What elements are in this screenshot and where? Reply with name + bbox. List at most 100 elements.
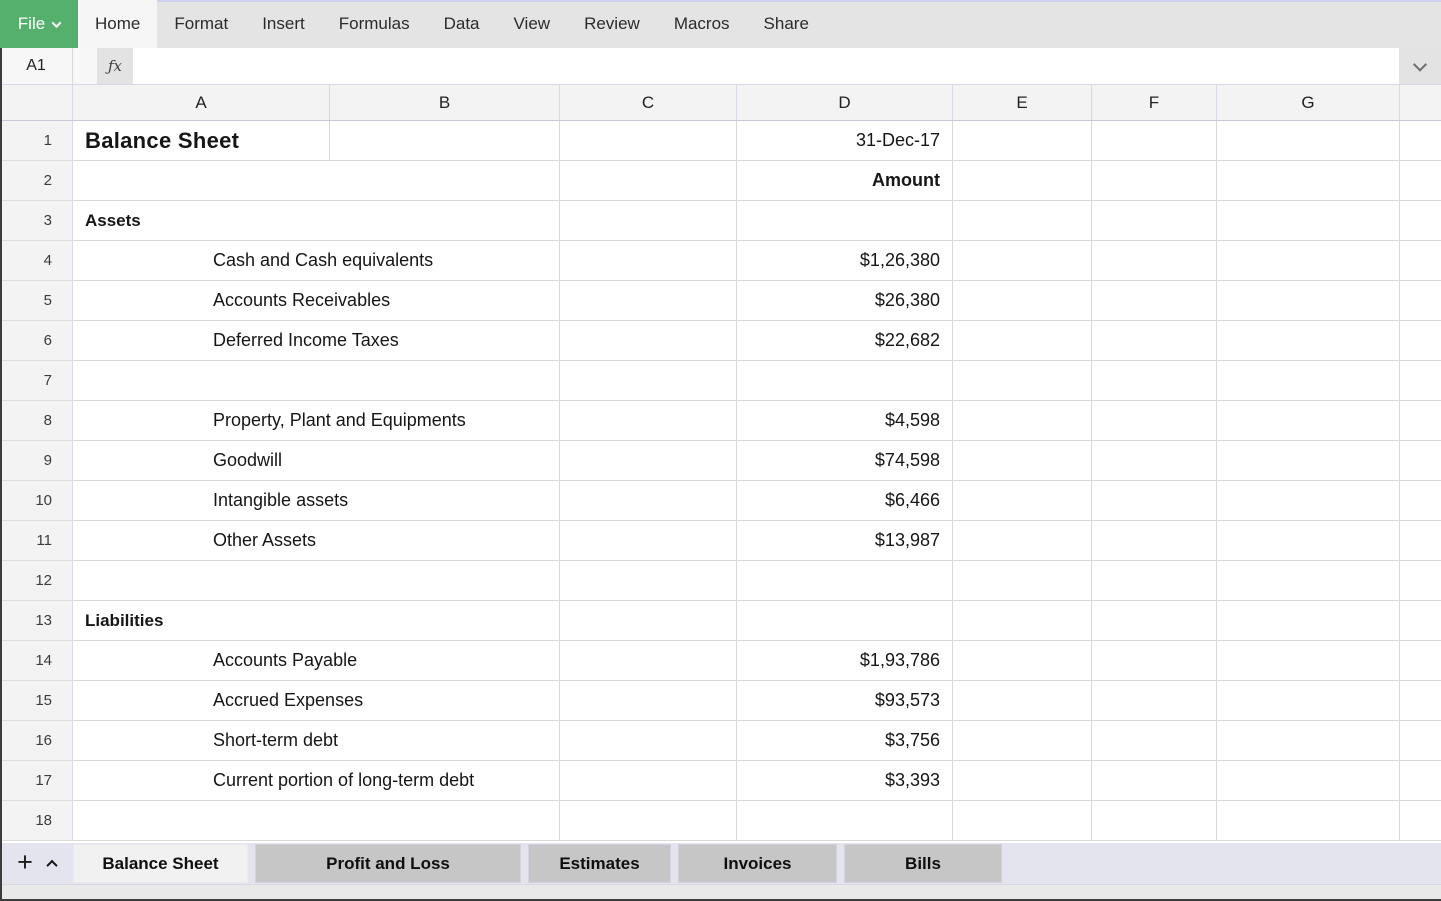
sheet-tab-bills[interactable]: Bills (844, 844, 1002, 883)
cell-A3[interactable]: Assets (73, 201, 560, 241)
column-header-G[interactable]: G (1217, 85, 1400, 120)
cell-C10[interactable] (560, 481, 737, 521)
cell-H18[interactable] (1400, 801, 1441, 841)
row-header-13[interactable]: 13 (0, 601, 73, 641)
cell-F3[interactable] (1092, 201, 1217, 241)
cell-D17[interactable]: $3,393 (737, 761, 953, 801)
cell-E15[interactable] (953, 681, 1092, 721)
cell-H16[interactable] (1400, 721, 1441, 761)
cell-D8[interactable]: $4,598 (737, 401, 953, 441)
cell-C1[interactable] (560, 121, 737, 161)
cell-F11[interactable] (1092, 521, 1217, 561)
column-header-C[interactable]: C (560, 85, 737, 120)
row-header-17[interactable]: 17 (0, 761, 73, 801)
row-header-10[interactable]: 10 (0, 481, 73, 521)
cell-C7[interactable] (560, 361, 737, 401)
column-header-F[interactable]: F (1092, 85, 1217, 120)
cell-F8[interactable] (1092, 401, 1217, 441)
cell-D10[interactable]: $6,466 (737, 481, 953, 521)
column-header-partial[interactable] (1400, 85, 1441, 120)
menu-item-review[interactable]: Review (567, 0, 657, 48)
cell-D9[interactable]: $74,598 (737, 441, 953, 481)
cell-F6[interactable] (1092, 321, 1217, 361)
cell-G6[interactable] (1217, 321, 1400, 361)
cell-H4[interactable] (1400, 241, 1441, 281)
cell-E8[interactable] (953, 401, 1092, 441)
cell-G15[interactable] (1217, 681, 1400, 721)
sheet-tab-profit-and-loss[interactable]: Profit and Loss (255, 844, 521, 883)
cell-F18[interactable] (1092, 801, 1217, 841)
cell-E11[interactable] (953, 521, 1092, 561)
cell-C2[interactable] (560, 161, 737, 201)
cell-G4[interactable] (1217, 241, 1400, 281)
add-sheet-button[interactable]: + (17, 849, 33, 876)
menu-item-insert[interactable]: Insert (245, 0, 322, 48)
menu-item-macros[interactable]: Macros (657, 0, 747, 48)
row-header-3[interactable]: 3 (0, 201, 73, 241)
cell-F4[interactable] (1092, 241, 1217, 281)
row-header-12[interactable]: 12 (0, 561, 73, 601)
cell-E18[interactable] (953, 801, 1092, 841)
menu-item-home[interactable]: Home (78, 0, 157, 48)
cell-H7[interactable] (1400, 361, 1441, 401)
cell-H9[interactable] (1400, 441, 1441, 481)
cell-E7[interactable] (953, 361, 1092, 401)
cell-G17[interactable] (1217, 761, 1400, 801)
cell-A17[interactable]: Current portion of long-term debt (73, 761, 560, 801)
cell-C8[interactable] (560, 401, 737, 441)
cell-G9[interactable] (1217, 441, 1400, 481)
cell-D14[interactable]: $1,93,786 (737, 641, 953, 681)
cell-C6[interactable] (560, 321, 737, 361)
cell-D16[interactable]: $3,756 (737, 721, 953, 761)
menu-item-share[interactable]: Share (747, 0, 826, 48)
cell-D12[interactable] (737, 561, 953, 601)
cell-C3[interactable] (560, 201, 737, 241)
row-header-4[interactable]: 4 (0, 241, 73, 281)
row-header-2[interactable]: 2 (0, 161, 73, 201)
cell-E13[interactable] (953, 601, 1092, 641)
menu-item-format[interactable]: Format (157, 0, 245, 48)
cell-D4[interactable]: $1,26,380 (737, 241, 953, 281)
cell-F16[interactable] (1092, 721, 1217, 761)
cell-F13[interactable] (1092, 601, 1217, 641)
row-header-7[interactable]: 7 (0, 361, 73, 401)
cell-E2[interactable] (953, 161, 1092, 201)
file-menu-button[interactable]: File (0, 0, 78, 48)
cell-G5[interactable] (1217, 281, 1400, 321)
cell-H12[interactable] (1400, 561, 1441, 601)
formula-bar-expand-button[interactable] (1399, 48, 1441, 84)
cell-H6[interactable] (1400, 321, 1441, 361)
cell-G16[interactable] (1217, 721, 1400, 761)
cell-D18[interactable] (737, 801, 953, 841)
row-header-11[interactable]: 11 (0, 521, 73, 561)
cell-C5[interactable] (560, 281, 737, 321)
cell-H15[interactable] (1400, 681, 1441, 721)
column-header-B[interactable]: B (330, 85, 560, 120)
cell-E12[interactable] (953, 561, 1092, 601)
row-header-5[interactable]: 5 (0, 281, 73, 321)
column-header-A[interactable]: A (73, 85, 330, 120)
formula-input[interactable] (133, 48, 1399, 84)
cell-G11[interactable] (1217, 521, 1400, 561)
menu-item-view[interactable]: View (497, 0, 568, 48)
sheet-tab-balance-sheet[interactable]: Balance Sheet (73, 844, 248, 883)
cell-G3[interactable] (1217, 201, 1400, 241)
row-header-1[interactable]: 1 (0, 121, 73, 161)
cell-H10[interactable] (1400, 481, 1441, 521)
cell-F14[interactable] (1092, 641, 1217, 681)
column-header-E[interactable]: E (953, 85, 1092, 120)
cell-G1[interactable] (1217, 121, 1400, 161)
cell-A1[interactable]: Balance Sheet (73, 121, 330, 161)
cell-A8[interactable]: Property, Plant and Equipments (73, 401, 560, 441)
sheet-tab-estimates[interactable]: Estimates (528, 844, 671, 883)
cell-H5[interactable] (1400, 281, 1441, 321)
cell-D6[interactable]: $22,682 (737, 321, 953, 361)
cell-reference-box[interactable]: A1 (0, 48, 73, 84)
cell-E14[interactable] (953, 641, 1092, 681)
cell-A4[interactable]: Cash and Cash equivalents (73, 241, 560, 281)
cell-E5[interactable] (953, 281, 1092, 321)
row-header-15[interactable]: 15 (0, 681, 73, 721)
cell-E6[interactable] (953, 321, 1092, 361)
cell-F15[interactable] (1092, 681, 1217, 721)
cell-D11[interactable]: $13,987 (737, 521, 953, 561)
